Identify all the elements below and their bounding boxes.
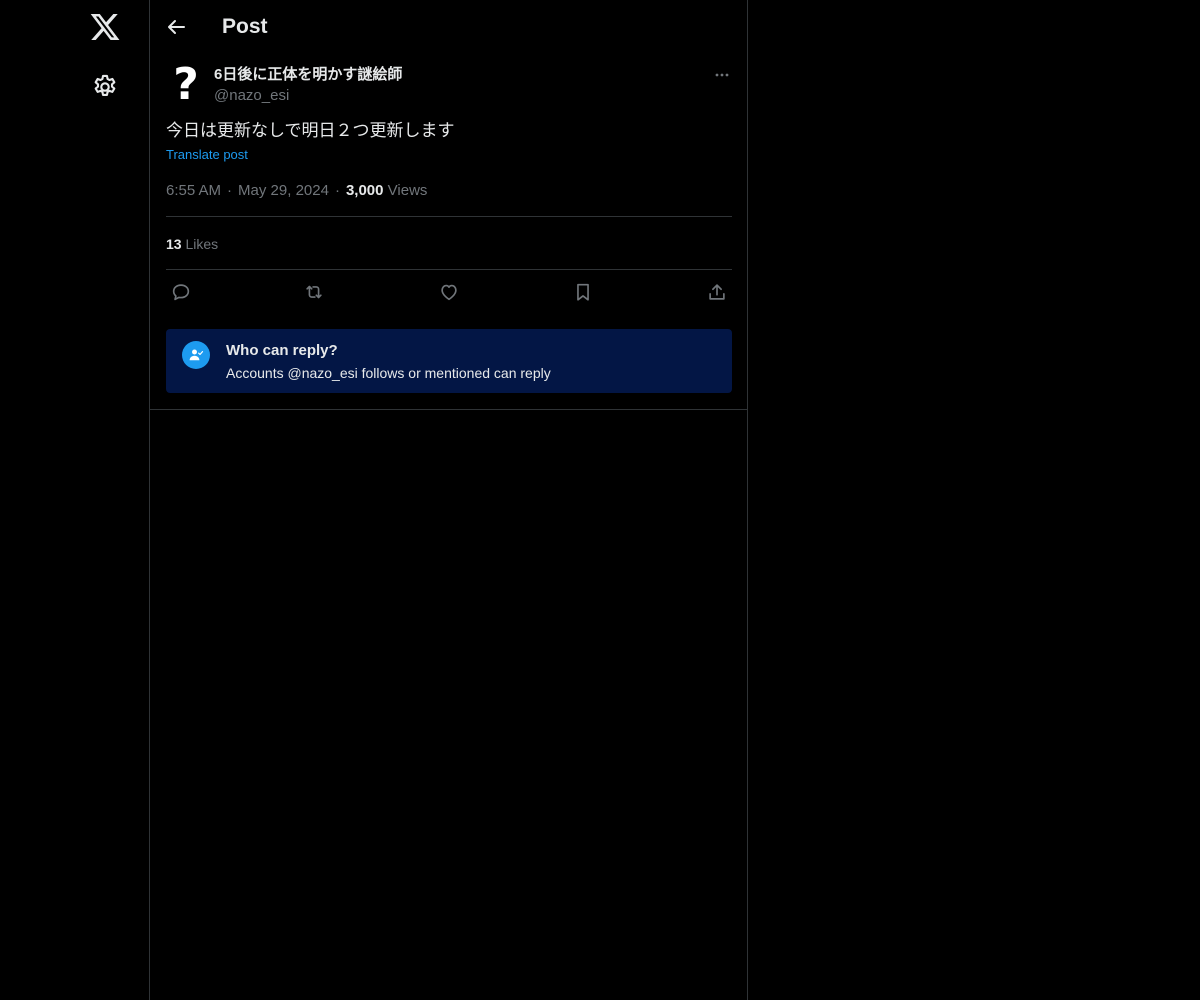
separator-dot: · — [227, 182, 233, 199]
author-display-name[interactable]: 6日後に正体を明かす謎絵師 — [214, 65, 402, 85]
reply-restriction-notice: Who can reply? Accounts @nazo_esi follow… — [166, 329, 732, 393]
post-bottom-border — [150, 409, 747, 410]
main-column: Post ? 6日後に正体を明かす謎絵師 @nazo_esi 今日は更新なしで明… — [150, 0, 748, 1000]
share-button[interactable] — [706, 281, 730, 305]
likes-count: 13 — [166, 236, 182, 252]
post-date[interactable]: May 29, 2024 — [238, 182, 329, 199]
gear-icon[interactable] — [91, 73, 119, 101]
reply-icon — [172, 284, 190, 301]
bookmark-button[interactable] — [572, 281, 596, 305]
avatar[interactable]: ? — [166, 59, 206, 110]
person-check-icon — [182, 341, 210, 369]
reply-restriction-description: Accounts @nazo_esi follows or mentioned … — [226, 365, 551, 381]
divider — [166, 216, 732, 217]
views-count: 3,000 — [345, 182, 384, 199]
author-handle[interactable]: @nazo_esi — [214, 86, 289, 106]
heart-icon — [441, 284, 457, 301]
app: Post ? 6日後に正体を明かす謎絵師 @nazo_esi 今日は更新なしで明… — [0, 0, 1200, 1000]
repost-button[interactable] — [303, 281, 327, 305]
reply-button[interactable] — [170, 281, 194, 305]
separator-dot: · — [334, 182, 340, 199]
x-logo-icon[interactable] — [89, 11, 121, 43]
page-header: Post — [150, 0, 747, 54]
share-icon — [709, 284, 725, 300]
post-time[interactable]: 6:55 AM — [166, 182, 221, 199]
back-button[interactable] — [164, 15, 188, 39]
more-options-button[interactable] — [710, 64, 734, 88]
divider — [166, 269, 732, 270]
bookmark-icon — [577, 283, 589, 301]
repost-icon — [306, 285, 322, 299]
arrow-left-icon — [168, 20, 185, 34]
likes-label: Likes — [185, 236, 219, 252]
more-horizontal-icon — [715, 73, 729, 77]
reply-restriction-title: Who can reply? — [226, 342, 338, 359]
views-label: Views — [387, 182, 428, 199]
translate-post-link[interactable]: Translate post — [166, 146, 248, 164]
like-button[interactable] — [438, 281, 462, 305]
page-title: Post — [222, 15, 268, 38]
post-meta: 6:55 AM · May 29, 2024 · 3,000 Views — [166, 181, 427, 201]
left-nav — [0, 0, 150, 1000]
post-text: 今日は更新なしで明日２つ更新します — [166, 121, 455, 140]
likes-stat[interactable]: 13 Likes — [166, 234, 218, 254]
